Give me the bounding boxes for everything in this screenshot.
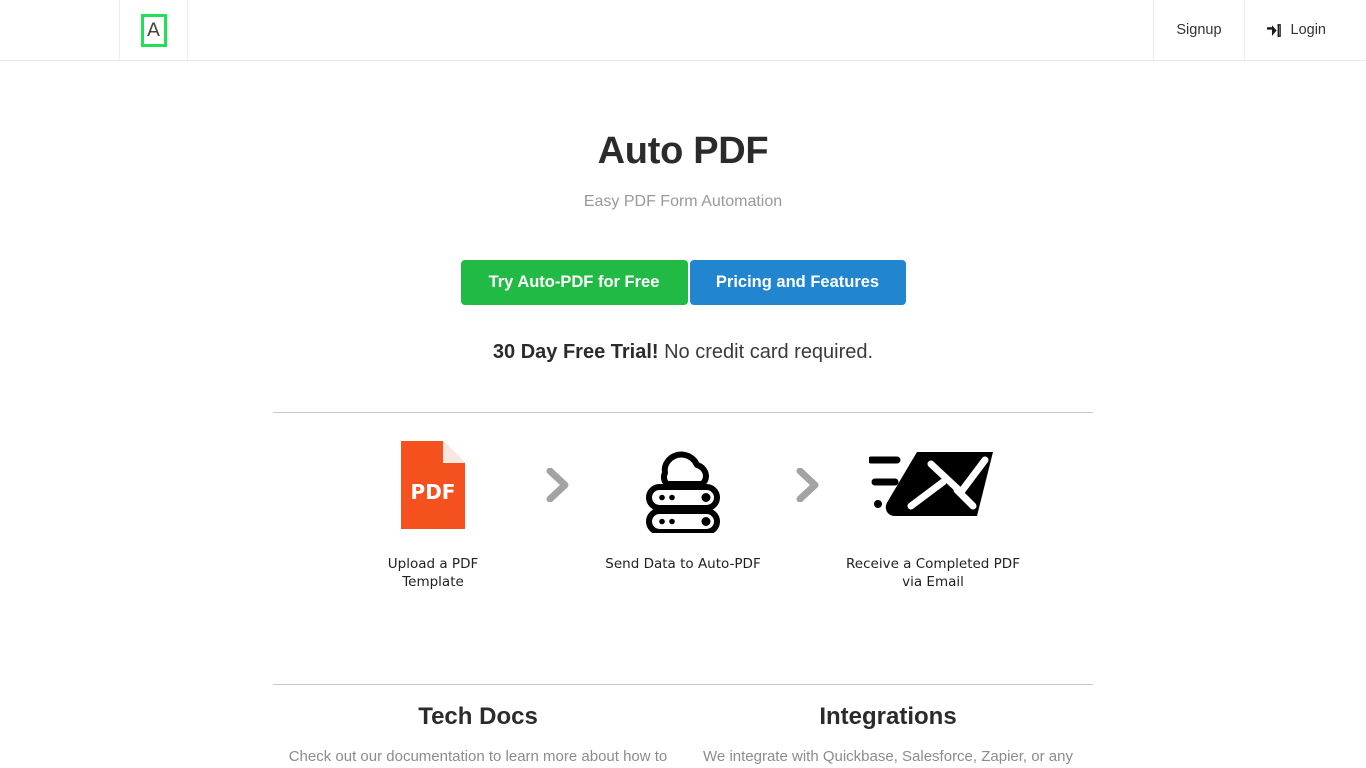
brand-logo[interactable]: A	[120, 0, 188, 60]
label-line-1: Upload a PDF	[387, 555, 479, 572]
flow-step-receive: Receive a Completed PDF via Email	[838, 435, 1028, 591]
pdf-file-icon: PDF	[401, 435, 465, 535]
navbar-left-spacer	[0, 0, 120, 60]
svg-text:PDF: PDF	[411, 480, 456, 504]
process-flow: PDF Upload a PDF Template Send Data to A…	[273, 435, 1093, 591]
card-integrations-text: We integrate with Quickbase, Salesforce,…	[703, 748, 1073, 766]
hero-button-row: Try Auto-PDF for Free Pricing and Featur…	[460, 259, 906, 305]
sending-envelope-icon	[869, 435, 997, 535]
logo-letter-a: A	[140, 13, 167, 47]
navbar-middle-space	[188, 0, 1153, 60]
sign-in-icon	[1266, 23, 1282, 38]
label-line-1: Send Data to Auto-PDF	[605, 555, 761, 572]
label-line-2: via Email	[902, 574, 964, 591]
flow-step-senddata: Send Data to Auto-PDF	[588, 435, 778, 573]
nav-signup-label: Signup	[1176, 22, 1222, 38]
nav-signup-link[interactable]: Signup	[1153, 0, 1245, 60]
nav-login-label: Login	[1290, 22, 1326, 38]
try-free-button[interactable]: Try Auto-PDF for Free	[460, 259, 688, 305]
trial-notice: 30 Day Free Trial! No credit card requir…	[493, 341, 873, 364]
flow-step-upload-label: Upload a PDF Template	[388, 555, 478, 591]
page-subtitle: Easy PDF Form Automation	[583, 192, 783, 210]
nav-login-link[interactable]: Login	[1245, 0, 1366, 60]
cloud-server-icon	[640, 435, 726, 535]
trial-notice-rest: No credit card required.	[658, 340, 874, 363]
page-title: Auto PDF	[597, 130, 769, 172]
label-line-2: Template	[402, 574, 464, 591]
bottom-cards: Tech Docs Check out our documentation to…	[273, 703, 1093, 768]
flow-step-senddata-label: Send Data to Auto-PDF	[605, 555, 760, 573]
card-integrations-title: Integrations	[819, 703, 957, 731]
flow-step-upload: PDF Upload a PDF Template	[338, 435, 528, 591]
main-content: Auto PDF Easy PDF Form Automation Try Au…	[0, 61, 1366, 768]
top-navbar: A Signup Login	[0, 0, 1366, 61]
pricing-features-button[interactable]: Pricing and Features	[689, 259, 906, 305]
label-line-1: Receive a Completed PDF	[846, 555, 1020, 572]
chevron-right-icon-2	[778, 435, 838, 535]
flow-step-receive-label: Receive a Completed PDF via Email	[846, 555, 1020, 591]
card-tech-docs-title: Tech Docs	[418, 703, 538, 731]
card-tech-docs-text: Check out our documentation to learn mor…	[288, 748, 668, 766]
trial-notice-bold: 30 Day Free Trial!	[492, 340, 659, 363]
divider-bottom	[273, 684, 1093, 686]
chevron-right-icon-1	[528, 435, 588, 535]
divider-top	[273, 411, 1093, 413]
card-integrations: Integrations We integrate with Quickbase…	[683, 703, 1093, 768]
card-tech-docs: Tech Docs Check out our documentation to…	[273, 703, 683, 768]
